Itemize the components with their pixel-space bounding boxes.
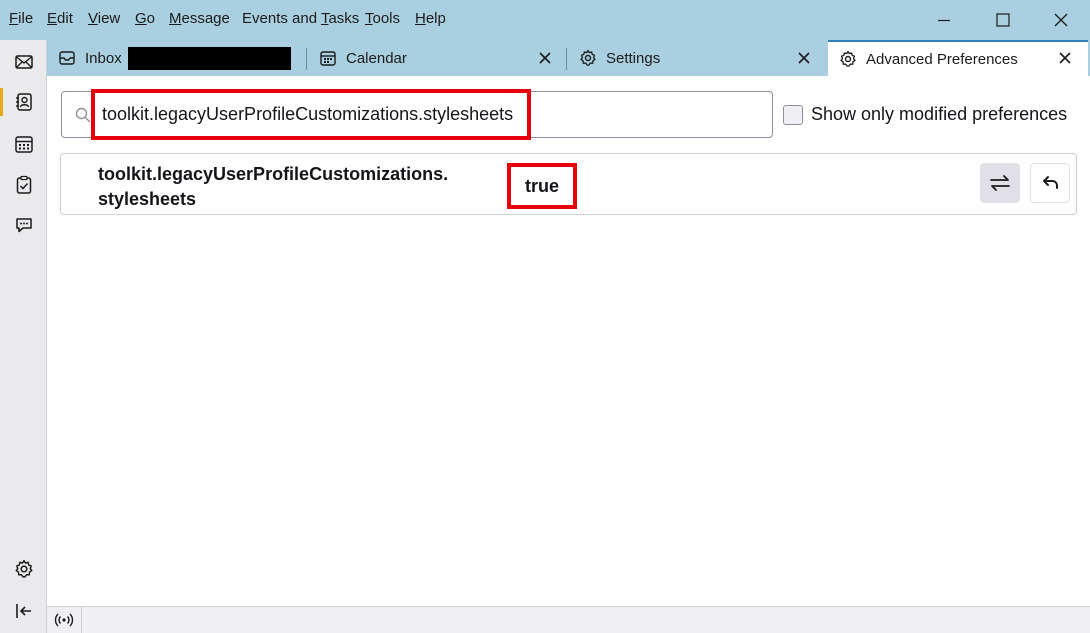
status-divider — [81, 607, 82, 633]
menubar: File Edit View Go Message Events and Tas… — [0, 0, 1090, 40]
toggle-icon — [990, 175, 1010, 191]
menu-events-and-tasks[interactable]: Events and Tasks — [242, 10, 359, 27]
toggle-button[interactable] — [980, 163, 1020, 203]
calendar-icon — [318, 48, 338, 68]
mail-space-button[interactable] — [12, 50, 36, 74]
tab-settings[interactable]: Settings — [578, 40, 828, 76]
calendar-icon — [15, 136, 33, 153]
menu-file[interactable]: File — [9, 10, 33, 27]
collapse-toolbar-button[interactable] — [12, 599, 36, 623]
menu-edit[interactable]: Edit — [47, 10, 73, 27]
spaces-toolbar — [0, 40, 47, 633]
tab-advanced-preferences-close-button[interactable] — [1055, 48, 1075, 68]
gear-icon — [578, 48, 598, 68]
close-icon — [1059, 52, 1071, 64]
preference-value: true — [507, 163, 577, 209]
preference-name-line-1: toolkit.legacyUserProfileCustomizations. — [98, 164, 449, 184]
tab-advanced-preferences-label: Advanced Preferences — [866, 50, 1018, 68]
tab-settings-close-button[interactable] — [794, 48, 814, 68]
active-space-indicator — [0, 88, 3, 116]
search-highlight-box — [91, 89, 531, 140]
close-icon — [1054, 13, 1068, 27]
inbox-icon — [57, 48, 77, 68]
show-modified-checkbox[interactable] — [783, 104, 803, 125]
advanced-preferences-page: Show only modified preferences toolkit.l… — [47, 76, 1090, 606]
collapse-icon — [16, 604, 31, 618]
search-icon — [74, 106, 92, 129]
gear-icon — [838, 49, 858, 69]
tab-divider — [306, 48, 307, 70]
close-window-button[interactable] — [1038, 4, 1084, 36]
tab-calendar-close-button[interactable] — [535, 48, 555, 68]
chat-space-button[interactable] — [12, 213, 36, 237]
mail-icon — [15, 55, 33, 69]
maximize-icon — [996, 13, 1010, 27]
address-book-space-button[interactable] — [0, 88, 36, 116]
menu-help[interactable]: Help — [415, 10, 446, 27]
close-icon — [539, 52, 551, 64]
tab-calendar[interactable]: Calendar — [318, 40, 568, 76]
tasks-icon — [16, 175, 32, 194]
settings-icon — [15, 559, 33, 578]
undo-icon — [1043, 176, 1058, 189]
tab-bar: Inbox Calendar Settings Advanced Prefere… — [47, 40, 1090, 76]
minimize-icon — [938, 19, 950, 22]
minimize-button[interactable] — [921, 4, 967, 36]
chat-icon — [16, 218, 32, 233]
maximize-button[interactable] — [980, 4, 1026, 36]
redacted-account-name — [127, 46, 291, 70]
menu-go[interactable]: Go — [135, 10, 155, 27]
tab-settings-label: Settings — [606, 49, 661, 67]
menu-view[interactable]: View — [88, 10, 120, 27]
show-modified-toggle[interactable]: Show only modified preferences — [783, 104, 1067, 125]
settings-space-button[interactable] — [12, 557, 36, 581]
calendar-space-button[interactable] — [12, 132, 36, 156]
status-bar — [47, 606, 1090, 633]
tab-inbox-label: Inbox — [85, 49, 122, 67]
tab-divider — [566, 48, 567, 70]
tab-advanced-preferences[interactable]: Advanced Preferences — [828, 40, 1088, 76]
close-icon — [798, 52, 810, 64]
preference-row: toolkit.legacyUserProfileCustomizations.… — [60, 153, 1077, 215]
address-book-icon — [16, 93, 32, 111]
reset-button[interactable] — [1030, 163, 1070, 203]
tab-inbox[interactable]: Inbox — [57, 40, 307, 76]
tasks-space-button[interactable] — [12, 173, 36, 197]
tab-calendar-label: Calendar — [346, 49, 407, 67]
online-status-icon[interactable] — [54, 612, 74, 628]
preference-name: toolkit.legacyUserProfileCustomizations.… — [98, 162, 478, 212]
menu-message[interactable]: Message — [169, 10, 230, 27]
show-modified-label: Show only modified preferences — [811, 104, 1068, 124]
menu-tools[interactable]: Tools — [365, 10, 400, 27]
preference-name-line-2: stylesheets — [98, 189, 197, 209]
